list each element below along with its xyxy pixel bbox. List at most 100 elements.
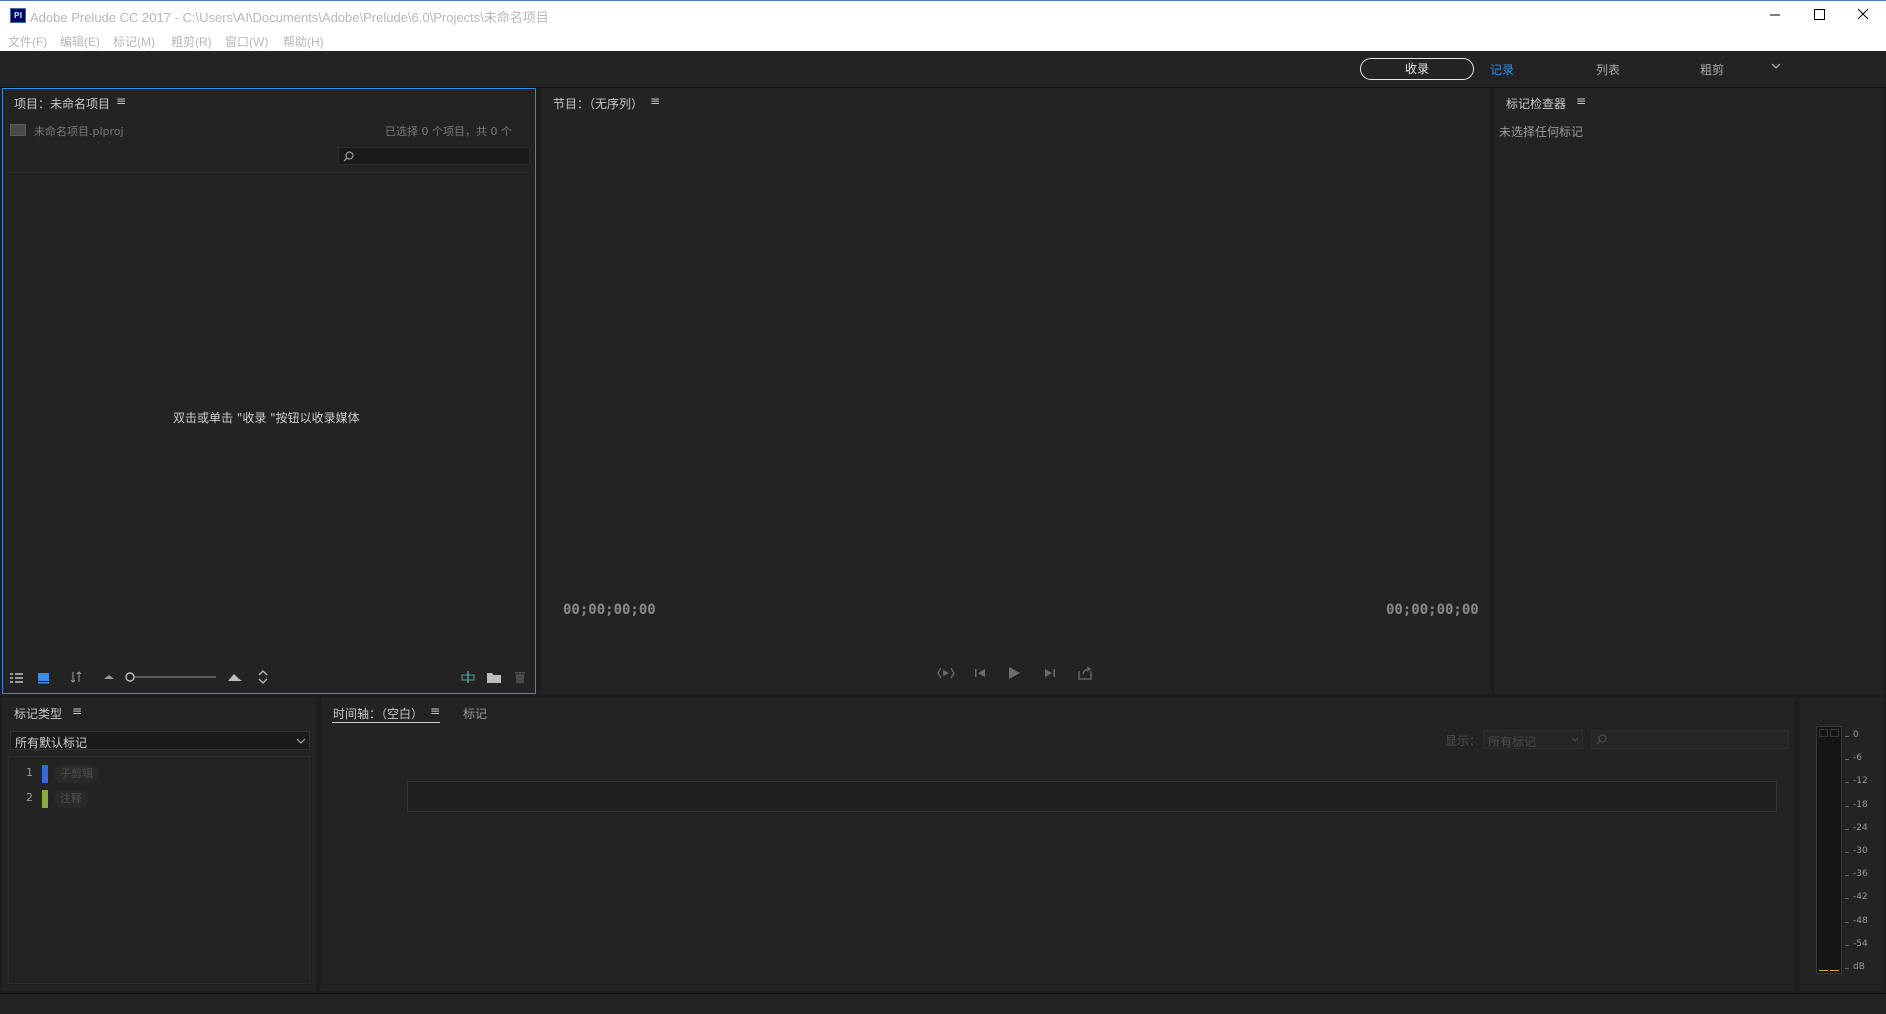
- delete-button[interactable]: [513, 670, 527, 687]
- step-forward-icon: [1045, 669, 1055, 677]
- play-button[interactable]: [1007, 665, 1021, 684]
- zoom-in-icon: [227, 670, 243, 687]
- workspace-overflow-button[interactable]: [1770, 60, 1782, 74]
- meter-scale-tick: [1845, 921, 1849, 923]
- meter-scale-tick: [1845, 944, 1849, 946]
- sort-icon: [70, 671, 82, 683]
- marker-types-dropdown[interactable]: 所有默认标记: [10, 731, 310, 750]
- menu-rough-cut[interactable]: 粗剪(R): [171, 33, 212, 50]
- meter-scale-label: -54: [1853, 938, 1868, 949]
- expand-collapse-button[interactable]: [257, 670, 269, 687]
- list-view-icon: [10, 673, 23, 683]
- audio-meter: [1816, 726, 1842, 974]
- timeline-track[interactable]: [407, 781, 1777, 812]
- workspace-tab-rough-cut[interactable]: 粗剪: [1700, 61, 1724, 78]
- play-icon: [1009, 667, 1020, 679]
- play-in-to-out-button[interactable]: [937, 666, 955, 683]
- meter-scale-label: -48: [1853, 915, 1868, 926]
- meter-scale-label: -36: [1853, 869, 1868, 880]
- close-icon: [1857, 8, 1869, 20]
- marker-type-color-swatch: [42, 765, 48, 783]
- search-icon: [1596, 734, 1607, 745]
- marker-types-dropdown-value: 所有默认标记: [15, 736, 88, 750]
- export-frame-button[interactable]: [1077, 665, 1093, 684]
- step-back-button[interactable]: [973, 666, 987, 683]
- menu-marker[interactable]: 标记(M): [113, 33, 155, 50]
- icon-view-icon: [38, 673, 49, 684]
- meter-scale-label: -42: [1853, 892, 1868, 903]
- maximize-icon: [1814, 9, 1825, 20]
- meter-scale-tick: [1845, 759, 1849, 761]
- project-selection-info: 已选择 0 个项目，共 0 个: [385, 125, 512, 138]
- chevron-down-icon: [1571, 737, 1579, 742]
- project-empty-hint: 双击或单击 "收录 "按钮以收录媒体: [173, 411, 360, 425]
- marker-inspector-title: 标记检查器: [1506, 97, 1567, 111]
- marker-type-number: 1: [26, 766, 33, 779]
- project-file-name: 未命名项目.plproj: [34, 125, 124, 138]
- meter-scale-tick: [1845, 968, 1849, 969]
- export-icon: [1078, 666, 1092, 680]
- workspace-tab-logging[interactable]: 记录: [1490, 61, 1514, 78]
- trash-icon: [515, 672, 525, 683]
- list-item[interactable]: 2 注释: [26, 790, 106, 808]
- icon-view-button[interactable]: [37, 670, 51, 687]
- program-panel-menu-icon[interactable]: ≡: [650, 94, 660, 108]
- marker-types-title: 标记类型: [14, 707, 63, 721]
- close-button[interactable]: [1840, 0, 1886, 29]
- menu-edit[interactable]: 编辑(E): [60, 33, 100, 50]
- step-forward-button[interactable]: [1043, 666, 1057, 683]
- marker-types-menu-icon[interactable]: ≡: [72, 704, 82, 718]
- current-timecode[interactable]: 00;00;00;00: [563, 602, 656, 618]
- tab-timeline[interactable]: 时间轴：（空白）: [333, 705, 423, 722]
- duration-timecode: 00;00;00;00: [1386, 602, 1479, 618]
- project-panel-menu-icon[interactable]: ≡: [116, 94, 126, 108]
- menu-help[interactable]: 帮助(H): [283, 33, 324, 50]
- meter-level-left: [1819, 970, 1828, 971]
- new-bin-button[interactable]: [486, 670, 502, 687]
- marker-inspector-empty-text: 未选择任何标记: [1499, 125, 1584, 139]
- meter-level-right: [1830, 970, 1839, 971]
- meter-scale-tick: [1845, 782, 1849, 784]
- meter-scale-label: -12: [1853, 776, 1868, 787]
- meter-scale-label: dB: [1853, 962, 1865, 972]
- meter-scale-tick: [1845, 736, 1849, 737]
- in-out-icon: [937, 667, 955, 679]
- program-monitor-display: [553, 110, 1473, 595]
- timeline-search-input[interactable]: [1591, 730, 1789, 749]
- clip-indicator-right[interactable]: [1830, 729, 1839, 737]
- list-view-button[interactable]: [9, 670, 25, 687]
- folder-icon: [487, 673, 501, 683]
- workspace-tab-list[interactable]: 列表: [1596, 61, 1620, 78]
- meter-scale-tick: [1845, 898, 1849, 900]
- tab-markers[interactable]: 标记: [463, 705, 487, 722]
- new-rough-cut-button[interactable]: [460, 670, 476, 687]
- display-filter-dropdown[interactable]: 所有标记: [1483, 730, 1583, 749]
- meter-scale-tick: [1845, 805, 1849, 807]
- status-bar: [0, 993, 1886, 1014]
- minimize-icon: [1770, 14, 1780, 16]
- minimize-button[interactable]: [1752, 0, 1798, 29]
- app-icon: Pl: [10, 8, 26, 23]
- active-tab-underline: [332, 722, 440, 723]
- maximize-button[interactable]: [1796, 0, 1842, 29]
- meter-scale-tick: [1845, 875, 1849, 877]
- thumbnail-zoom-slider[interactable]: [124, 670, 220, 684]
- search-icon: [343, 151, 354, 162]
- list-item[interactable]: 1 子剪辑: [26, 765, 106, 783]
- project-panel-title: 项目：未命名项目: [14, 97, 111, 111]
- marker-type-color-swatch: [42, 790, 48, 808]
- meter-scale-label: -18: [1853, 799, 1868, 810]
- clip-indicator-left[interactable]: [1819, 729, 1828, 737]
- marker-type-label: 注释: [54, 790, 88, 808]
- menu-window[interactable]: 窗口(W): [225, 33, 268, 50]
- meter-scale-label: 0: [1853, 730, 1859, 740]
- meter-scale-tick: [1845, 828, 1849, 830]
- sort-button[interactable]: [69, 670, 83, 687]
- project-search-input[interactable]: [338, 147, 530, 165]
- display-filter-value: 所有标记: [1488, 735, 1537, 749]
- timeline-menu-icon[interactable]: ≡: [430, 704, 440, 718]
- menu-file[interactable]: 文件(F): [8, 33, 47, 50]
- marker-inspector-menu-icon[interactable]: ≡: [1576, 94, 1586, 108]
- ingest-button[interactable]: 收录: [1360, 58, 1474, 80]
- updown-arrows-icon: [258, 670, 268, 684]
